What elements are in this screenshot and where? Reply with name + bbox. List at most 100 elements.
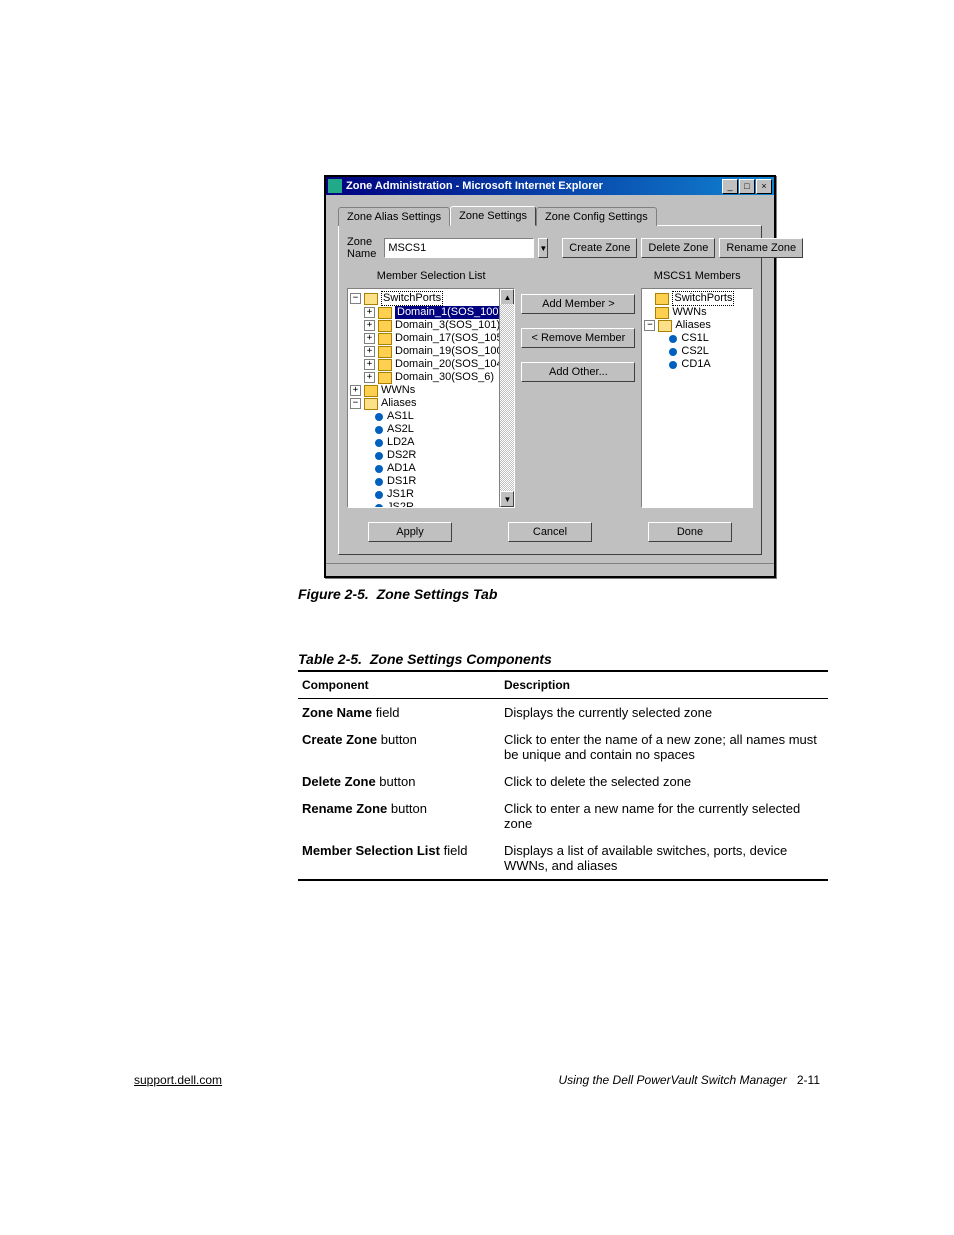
col-component: Component: [298, 671, 500, 699]
scrollbar[interactable]: ▲ ▼: [499, 289, 514, 507]
page-footer: support.dell.com Using the Dell PowerVau…: [134, 1073, 820, 1087]
alias-dot-icon: [375, 504, 383, 509]
folder-open-icon: [364, 398, 378, 410]
member-alias[interactable]: CS2L: [681, 345, 709, 358]
tree-alias[interactable]: LD2A: [387, 436, 415, 449]
add-member-button[interactable]: Add Member >: [521, 294, 635, 314]
maximize-button[interactable]: □: [739, 179, 755, 194]
expand-icon[interactable]: +: [364, 320, 375, 331]
tab-zone-alias-settings[interactable]: Zone Alias Settings: [338, 207, 450, 226]
expand-icon[interactable]: +: [364, 333, 375, 344]
tab-zone-config-settings[interactable]: Zone Config Settings: [536, 207, 657, 226]
zone-admin-window: Zone Administration - Microsoft Internet…: [324, 175, 776, 578]
table-row: Delete Zone button Click to delete the s…: [298, 768, 828, 795]
alias-dot-icon: [375, 413, 383, 421]
members-header: MSCS1 Members: [641, 270, 753, 282]
member-alias[interactable]: CS1L: [681, 332, 709, 345]
ie-icon: [328, 179, 342, 193]
folder-icon: [378, 372, 392, 384]
remove-member-button[interactable]: < Remove Member: [521, 328, 635, 348]
done-button[interactable]: Done: [648, 522, 732, 542]
tree-wwns[interactable]: WWNs: [381, 384, 415, 397]
expand-icon[interactable]: +: [364, 307, 375, 318]
tree-domain-1[interactable]: Domain_1(SOS_100): [395, 306, 504, 319]
collapse-icon[interactable]: −: [644, 320, 655, 331]
alias-dot-icon: [669, 361, 677, 369]
alias-dot-icon: [375, 465, 383, 473]
create-zone-button[interactable]: Create Zone: [562, 238, 637, 258]
statusbar: [326, 563, 774, 576]
tab-zone-settings[interactable]: Zone Settings: [450, 206, 536, 226]
member-selection-list[interactable]: − SwitchPorts + Domain_1(SOS_100) + Domain_…: [347, 288, 515, 508]
tree-domain-30[interactable]: Domain_30(SOS_6): [395, 371, 494, 384]
zone-name-label: Zone Name: [347, 236, 376, 260]
table-row: Create Zone button Click to enter the na…: [298, 726, 828, 768]
expand-icon[interactable]: +: [364, 346, 375, 357]
member-aliases[interactable]: Aliases: [675, 319, 710, 332]
folder-icon: [378, 320, 392, 332]
member-alias[interactable]: CD1A: [681, 358, 710, 371]
folder-icon: [378, 359, 392, 371]
member-switchports[interactable]: SwitchPorts: [672, 291, 734, 306]
tabs: Zone Alias Settings Zone Settings Zone C…: [338, 205, 762, 225]
tree-alias[interactable]: JS2R: [387, 501, 414, 508]
add-other-button[interactable]: Add Other...: [521, 362, 635, 382]
col-description: Description: [500, 671, 828, 699]
table-row: Rename Zone button Click to enter a new …: [298, 795, 828, 837]
zone-members-list[interactable]: SwitchPorts WWNs − Aliases CS1L CS2L CD1A: [641, 288, 753, 508]
minimize-button[interactable]: _: [722, 179, 738, 194]
figure-caption: Figure 2-5. Zone Settings Tab: [298, 586, 497, 602]
tree-alias[interactable]: DS2R: [387, 449, 416, 462]
titlebar: Zone Administration - Microsoft Internet…: [326, 177, 774, 195]
table-row: Zone Name field Displays the currently s…: [298, 699, 828, 727]
alias-dot-icon: [669, 335, 677, 343]
tree-alias[interactable]: AD1A: [387, 462, 416, 475]
close-button[interactable]: ×: [756, 179, 772, 194]
alias-dot-icon: [375, 478, 383, 486]
scroll-up-icon[interactable]: ▲: [500, 289, 514, 305]
tree-domain-20[interactable]: Domain_20(SOS_104): [395, 358, 506, 371]
folder-open-icon: [658, 320, 672, 332]
zone-name-field[interactable]: [384, 238, 534, 258]
alias-dot-icon: [375, 426, 383, 434]
folder-icon: [655, 307, 669, 319]
tree-aliases[interactable]: Aliases: [381, 397, 416, 410]
window-title: Zone Administration - Microsoft Internet…: [346, 180, 721, 192]
folder-open-icon: [364, 293, 378, 305]
expand-icon[interactable]: +: [364, 372, 375, 383]
zone-name-dropdown[interactable]: ▼: [538, 238, 548, 258]
alias-dot-icon: [375, 439, 383, 447]
tree-alias[interactable]: AS2L: [387, 423, 414, 436]
expand-icon[interactable]: +: [350, 385, 361, 396]
table-caption: Table 2-5. Zone Settings Components: [298, 651, 552, 667]
cancel-button[interactable]: Cancel: [508, 522, 592, 542]
expand-icon[interactable]: +: [364, 359, 375, 370]
footer-url: support.dell.com: [134, 1073, 222, 1087]
scroll-down-icon[interactable]: ▼: [500, 491, 514, 507]
collapse-icon[interactable]: −: [350, 398, 361, 409]
member-wwns[interactable]: WWNs: [672, 306, 706, 319]
folder-icon: [364, 385, 378, 397]
tree-domain-17[interactable]: Domain_17(SOS_105): [395, 332, 506, 345]
apply-button[interactable]: Apply: [368, 522, 452, 542]
folder-icon: [655, 293, 669, 305]
tree-domain-3[interactable]: Domain_3(SOS_101): [395, 319, 500, 332]
folder-icon: [378, 307, 392, 319]
alias-dot-icon: [669, 348, 677, 356]
tree-domain-19[interactable]: Domain_19(SOS_1000): [395, 345, 512, 358]
tree-alias[interactable]: JS1R: [387, 488, 414, 501]
collapse-icon[interactable]: −: [350, 293, 361, 304]
tree-alias[interactable]: DS1R: [387, 475, 416, 488]
delete-zone-button[interactable]: Delete Zone: [641, 238, 715, 258]
tree-alias[interactable]: AS1L: [387, 410, 414, 423]
folder-icon: [378, 333, 392, 345]
member-selection-header: Member Selection List: [347, 270, 515, 282]
rename-zone-button[interactable]: Rename Zone: [719, 238, 803, 258]
table-row: Member Selection List field Displays a l…: [298, 837, 828, 880]
tree-switchports[interactable]: SwitchPorts: [381, 291, 443, 306]
folder-icon: [378, 346, 392, 358]
tab-panel: Zone Name ▼ Create Zone Delete Zone Rena…: [338, 225, 762, 555]
alias-dot-icon: [375, 452, 383, 460]
alias-dot-icon: [375, 491, 383, 499]
footer-pageref: Using the Dell PowerVault Switch Manager…: [559, 1073, 820, 1087]
